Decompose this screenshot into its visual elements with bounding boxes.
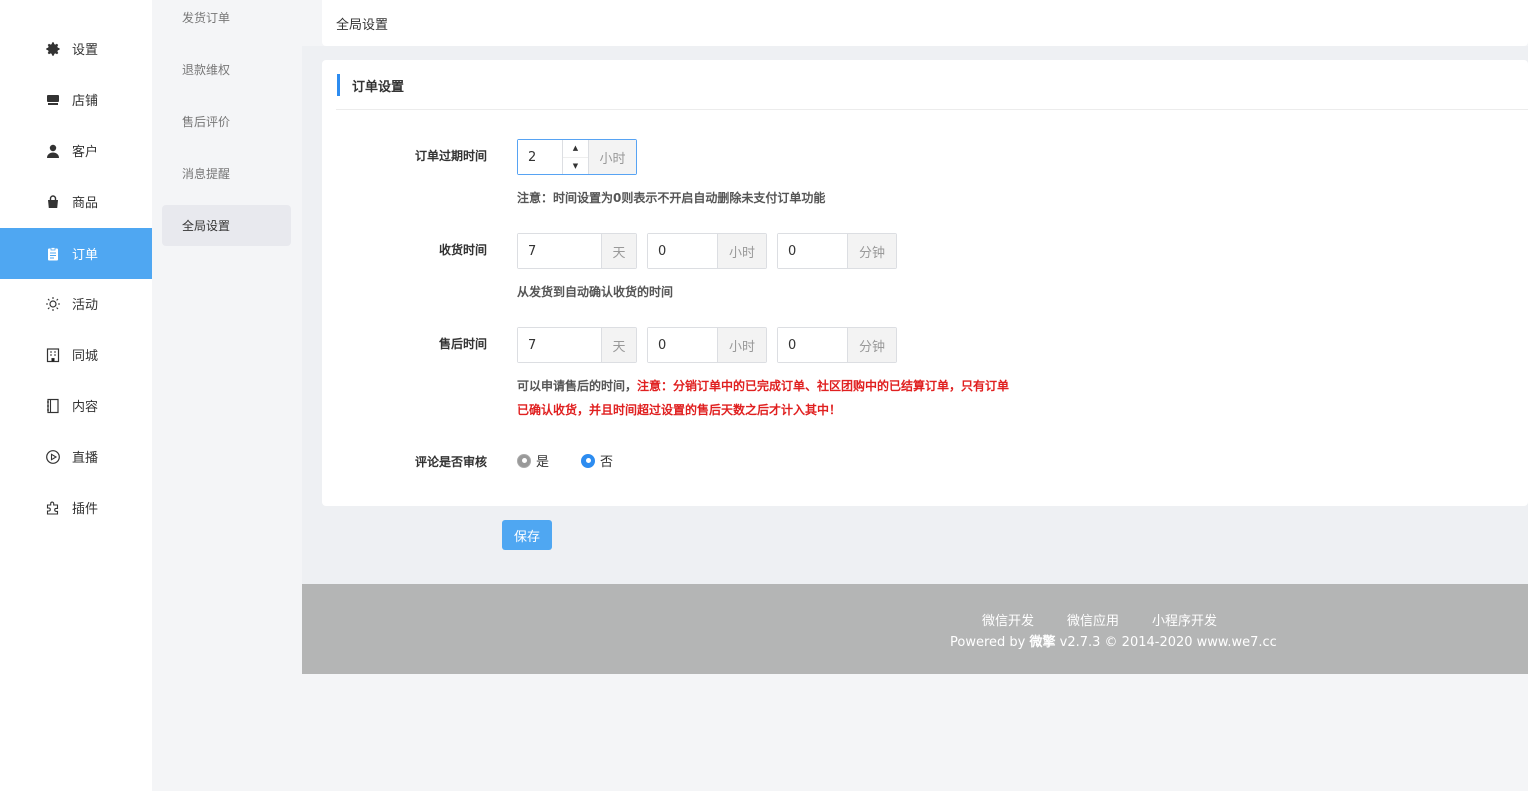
receive-tip: 从发货到自动确认收货的时间	[517, 285, 674, 299]
sidebar-item-plugin[interactable]: 插件	[0, 482, 152, 533]
receive-hours-input[interactable]: 0	[648, 234, 717, 268]
aftersale-tip: 可以申请售后的时间，注意：分销订单中的已完成订单、社区团购中的已结算订单，只有订…	[517, 377, 1009, 394]
subnav-item-label: 全局设置	[182, 219, 231, 233]
spinner-up-icon[interactable]: ▲	[563, 140, 588, 158]
footer-link-wechat-apps[interactable]: 微信应用	[1067, 610, 1119, 629]
footer-links: 微信开发 微信应用 小程序开发	[982, 610, 1217, 629]
receive-days-field[interactable]: 7 天	[517, 233, 637, 269]
sidebar-item-label: 客户	[72, 145, 99, 160]
user-icon	[45, 143, 61, 159]
sidebar-item-content[interactable]: 内容	[0, 380, 152, 431]
sidebar-item-label: 同城	[72, 349, 99, 364]
sidebar-item-city[interactable]: 同城	[0, 329, 152, 380]
building-icon	[45, 347, 61, 363]
sidebar-item-label: 订单	[72, 248, 99, 263]
bag-icon	[45, 194, 61, 210]
primary-sidebar: 设置 店铺 客户 商品 订单 活动 同城 内容 直播 插件	[0, 0, 152, 791]
aftersale-warning-line2: 已确认收货，并且时间超过设置的售后天数之后才计入其中！	[517, 403, 842, 417]
section-title: 订单设置	[337, 74, 404, 96]
aftersale-hours-input[interactable]: 0	[648, 328, 717, 362]
review-option-no[interactable]: 否	[581, 451, 613, 470]
spinner-down-icon[interactable]: ▼	[563, 158, 588, 175]
receive-minutes-input[interactable]: 0	[778, 234, 847, 268]
sidebar-item-live[interactable]: 直播	[0, 431, 152, 482]
save-button[interactable]: 保存	[502, 520, 552, 550]
review-label: 评论是否审核	[414, 455, 487, 469]
subnav-item-shipping-orders[interactable]: 发货订单	[162, 0, 291, 38]
radio-label: 否	[600, 455, 614, 470]
footer-copyright: Powered by 微擎 v2.7.3 © 2014-2020 www.we7…	[950, 631, 1277, 650]
main-area: 全局设置 订单设置 订单过期时间 2 ▲ ▼ 小时 注意：时间设置为0则表示不开…	[302, 0, 1528, 791]
subnav-item-notifications[interactable]: 消息提醒	[162, 153, 291, 194]
aftersale-label: 售后时间	[438, 337, 487, 351]
page-title: 全局设置	[336, 17, 389, 33]
unit-addon: 天	[601, 234, 636, 268]
unit-addon: 分钟	[847, 328, 896, 362]
footer-link-miniprogram-dev[interactable]: 小程序开发	[1152, 610, 1217, 629]
unit-addon: 小时	[717, 328, 766, 362]
sidebar-item-label: 直播	[72, 451, 99, 466]
receive-days-input[interactable]: 7	[518, 234, 601, 268]
notebook-icon	[45, 398, 61, 414]
aftersale-hours-field[interactable]: 0 小时	[647, 327, 767, 363]
sidebar-item-goods[interactable]: 商品	[0, 176, 152, 227]
unit-addon: 分钟	[847, 234, 896, 268]
copyright-suffix: v2.7.3 © 2014-2020 www.we7.cc	[1055, 635, 1277, 650]
subnav-item-refunds[interactable]: 退款维权	[162, 49, 291, 90]
copyright-prefix: Powered by	[950, 635, 1030, 650]
unit-addon: 天	[601, 328, 636, 362]
receive-label: 收货时间	[438, 243, 487, 257]
expire-hours-field[interactable]: 2 ▲ ▼ 小时	[517, 139, 637, 175]
order-settings-card: 订单设置 订单过期时间 2 ▲ ▼ 小时 注意：时间设置为0则表示不开启自动删除…	[322, 60, 1528, 506]
radio-unchecked-icon[interactable]	[517, 453, 531, 468]
secondary-sidebar: 发货订单 退款维权 售后评价 消息提醒 全局设置	[152, 0, 302, 791]
sun-icon	[45, 296, 61, 312]
play-circle-icon	[45, 449, 61, 465]
unit-addon: 小时	[588, 140, 636, 174]
aftersale-minutes-input[interactable]: 0	[778, 328, 847, 362]
page-header: 全局设置	[322, 0, 1528, 46]
sidebar-item-label: 设置	[72, 43, 99, 58]
sidebar-item-label: 插件	[72, 502, 99, 517]
footer: 微信开发 微信应用 小程序开发 Powered by 微擎 v2.7.3 © 2…	[302, 584, 1528, 674]
review-option-yes[interactable]: 是	[517, 451, 549, 470]
unit-addon: 小时	[717, 234, 766, 268]
radio-label: 是	[536, 455, 550, 470]
sidebar-item-label: 店铺	[72, 94, 99, 109]
subnav-item-reviews[interactable]: 售后评价	[162, 101, 291, 142]
sidebar-item-activity[interactable]: 活动	[0, 278, 152, 329]
sidebar-item-settings[interactable]: 设置	[0, 23, 152, 74]
receive-minutes-field[interactable]: 0 分钟	[777, 233, 897, 269]
radio-checked-icon[interactable]	[581, 453, 595, 468]
sidebar-item-order[interactable]: 订单	[0, 228, 152, 279]
subnav-item-global-settings[interactable]: 全局设置	[162, 205, 291, 246]
sidebar-item-label: 内容	[72, 400, 99, 415]
expire-label: 订单过期时间	[414, 149, 487, 163]
expire-hours-input[interactable]: 2	[518, 140, 562, 174]
number-spinner[interactable]: ▲ ▼	[562, 140, 588, 174]
clipboard-icon	[45, 246, 61, 262]
subnav-item-label: 售后评价	[182, 115, 231, 129]
brand-name: 微擎	[1029, 635, 1056, 650]
aftersale-days-input[interactable]: 7	[518, 328, 601, 362]
gear-icon	[45, 41, 61, 57]
aftersale-warning-line1: 注意：分销订单中的已完成订单、社区团购中的已结算订单，只有订单	[637, 379, 1010, 393]
sidebar-item-label: 商品	[72, 196, 99, 211]
subnav-item-label: 消息提醒	[182, 167, 231, 181]
sidebar-item-label: 活动	[72, 298, 99, 313]
sidebar-item-customer[interactable]: 客户	[0, 125, 152, 176]
store-icon	[45, 92, 61, 108]
receive-hours-field[interactable]: 0 小时	[647, 233, 767, 269]
sidebar-item-store[interactable]: 店铺	[0, 74, 152, 125]
expire-tip: 注意：时间设置为0则表示不开启自动删除未支付订单功能	[517, 191, 826, 205]
aftersale-tip-prefix: 可以申请售后的时间，	[517, 379, 638, 393]
aftersale-days-field[interactable]: 7 天	[517, 327, 637, 363]
subnav-item-label: 发货订单	[182, 11, 231, 25]
footer-link-wechat-dev[interactable]: 微信开发	[982, 610, 1034, 629]
subnav-item-label: 退款维权	[182, 63, 231, 77]
aftersale-minutes-field[interactable]: 0 分钟	[777, 327, 897, 363]
divider	[336, 109, 1528, 110]
puzzle-icon	[45, 500, 61, 516]
